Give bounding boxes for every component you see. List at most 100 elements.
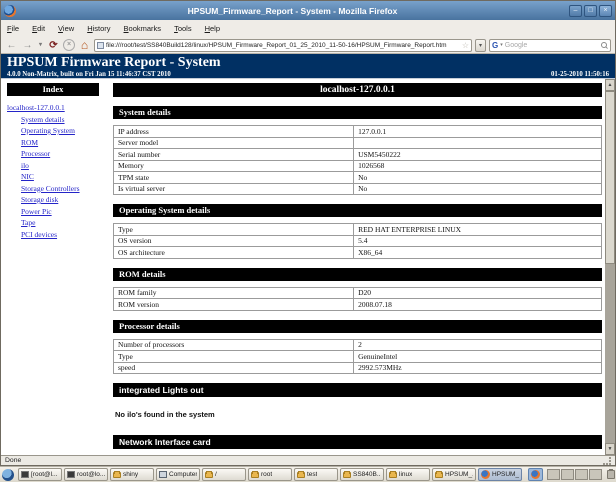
search-box[interactable]: G ▾ Google (489, 39, 611, 52)
row-value: RED HAT ENTERPRISE LINUX (354, 224, 602, 236)
trash-icon[interactable] (607, 470, 615, 479)
window-controls: – □ × (569, 5, 612, 17)
menu-history[interactable]: History (87, 24, 110, 33)
row-value: 2 (354, 339, 602, 351)
row-value: 2008.07.18 (354, 299, 602, 311)
task-button-hpsum[interactable]: HPSUM_... (478, 468, 522, 481)
search-engine-dropdown-icon[interactable]: ▾ (500, 42, 503, 48)
table-row: Server model (114, 137, 602, 149)
close-button[interactable]: × (599, 5, 612, 17)
firefox-icon (531, 470, 540, 479)
resize-grip[interactable] (603, 457, 611, 465)
task-label: test (307, 471, 317, 478)
vertical-scrollbar[interactable]: ▲ ▼ (605, 79, 615, 455)
row-label: OS architecture (114, 247, 354, 259)
firefox-icon (4, 5, 16, 17)
scroll-up-icon[interactable]: ▲ (605, 79, 615, 91)
task-button-item[interactable]: / (202, 468, 246, 481)
section-header-system-details: System details (113, 106, 602, 119)
index-link-rom[interactable]: ROM (7, 137, 109, 149)
firefox-tray-button[interactable] (528, 468, 543, 481)
index-link-ilo[interactable]: ilo (7, 160, 109, 172)
page-content: Index localhost-127.0.0.1System detailsO… (1, 79, 615, 455)
menu-view[interactable]: View (58, 24, 74, 33)
table-row: TPM stateNo (114, 172, 602, 184)
url-bar[interactable]: file:///root/test/SS840Build128/linux/HP… (94, 39, 472, 52)
index-link-operating-system[interactable]: Operating System (7, 125, 109, 137)
maximize-button[interactable]: □ (584, 5, 597, 17)
back-icon[interactable]: ← (5, 39, 18, 52)
bookmark-star-icon[interactable]: ☆ (462, 41, 469, 50)
task-label: shiny (123, 471, 138, 478)
task-label: Computer (169, 471, 197, 478)
row-label: Type (114, 224, 354, 236)
menu-edit[interactable]: Edit (32, 24, 45, 33)
report-timestamp: 01-25-2010 11:50:16 (551, 71, 609, 78)
url-text[interactable]: file:///root/test/SS840Build128/linux/HP… (106, 42, 460, 49)
index-link-tape[interactable]: Tape (7, 217, 109, 229)
task-button-hpsum[interactable]: HPSUM_... (432, 468, 476, 481)
section-table-system-details: IP address127.0.0.1Server modelSerial nu… (113, 125, 602, 195)
row-value: GenuineIntel (354, 351, 602, 363)
window-title: HPSUM_Firmware_Report - System - Mozilla… (16, 6, 569, 16)
row-label: IP address (114, 126, 354, 138)
computer-icon (159, 471, 167, 478)
search-icon[interactable] (601, 42, 608, 49)
home-icon[interactable]: ⌂ (78, 39, 91, 52)
row-label: Server model (114, 137, 354, 149)
folder-icon (435, 472, 443, 478)
workspace-4[interactable] (589, 469, 602, 480)
index-link-localhost-127-0-0-1[interactable]: localhost-127.0.0.1 (7, 102, 109, 114)
menu-bookmarks[interactable]: Bookmarks (124, 24, 162, 33)
search-input[interactable]: Google (505, 42, 599, 49)
section-table-rom-details: ROM familyD20ROM version2008.07.18 (113, 287, 602, 311)
task-button-test[interactable]: test (294, 468, 338, 481)
scrollbar-thumb[interactable] (605, 91, 615, 264)
titlebar[interactable]: HPSUM_Firmware_Report - System - Mozilla… (1, 1, 615, 20)
index-link-system-details[interactable]: System details (7, 114, 109, 126)
task-button-linux[interactable]: linux (386, 468, 430, 481)
reload-icon[interactable]: ⟳ (47, 39, 60, 52)
menu-file[interactable]: File (7, 24, 19, 33)
table-row: ROM version2008.07.18 (114, 299, 602, 311)
index-link-storage-disk[interactable]: Storage disk (7, 194, 109, 206)
menu-help[interactable]: Help (205, 24, 220, 33)
section-header-rom-details: ROM details (113, 268, 602, 281)
index-link-power-pic[interactable]: Power Pic (7, 206, 109, 218)
task-button-root-l[interactable]: [root@l... (18, 468, 62, 481)
menu-tools[interactable]: Tools (174, 24, 192, 33)
task-button-root-lo[interactable]: root@lo... (64, 468, 108, 481)
scroll-down-icon[interactable]: ▼ (605, 443, 615, 455)
row-label: Is virtual server (114, 183, 354, 195)
index-link-pci-devices[interactable]: PCI devices (7, 229, 109, 241)
report-title: HPSUM Firmware Report - System (7, 55, 609, 70)
index-link-nic[interactable]: NIC (7, 171, 109, 183)
row-label: Serial number (114, 149, 354, 161)
task-button-shiny[interactable]: shiny (110, 468, 154, 481)
workspace-2[interactable] (561, 469, 574, 480)
stop-icon[interactable]: × (63, 39, 75, 51)
task-button-computer[interactable]: Computer (156, 468, 200, 481)
section-table-processor-details: Number of processors2TypeGenuineIntelspe… (113, 339, 602, 375)
url-dropdown-button[interactable]: ▾ (475, 39, 486, 52)
workspace-1[interactable] (547, 469, 560, 480)
history-dropdown-icon[interactable]: ▾ (37, 39, 44, 52)
workspace-3[interactable] (575, 469, 588, 480)
row-label: Type (114, 351, 354, 363)
task-label: linux (399, 471, 412, 478)
row-label: speed (114, 362, 354, 374)
panel-app-icon[interactable] (2, 469, 14, 481)
task-button-ss840b[interactable]: SS840B... (340, 468, 384, 481)
index-link-storage-controllers[interactable]: Storage Controllers (7, 183, 109, 195)
task-button-root[interactable]: root (248, 468, 292, 481)
folder-icon (389, 472, 397, 478)
google-icon[interactable]: G (492, 41, 498, 50)
report-sections: System details IP address127.0.0.1Server … (113, 106, 602, 455)
row-label: ROM version (114, 299, 354, 311)
forward-icon[interactable]: → (21, 39, 34, 52)
minimize-button[interactable]: – (569, 5, 582, 17)
desktop: HPSUM_Firmware_Report - System - Mozilla… (0, 0, 616, 482)
row-value: 2992.573MHz (354, 362, 602, 374)
index-link-processor[interactable]: Processor (7, 148, 109, 160)
status-text: Done (5, 457, 603, 464)
